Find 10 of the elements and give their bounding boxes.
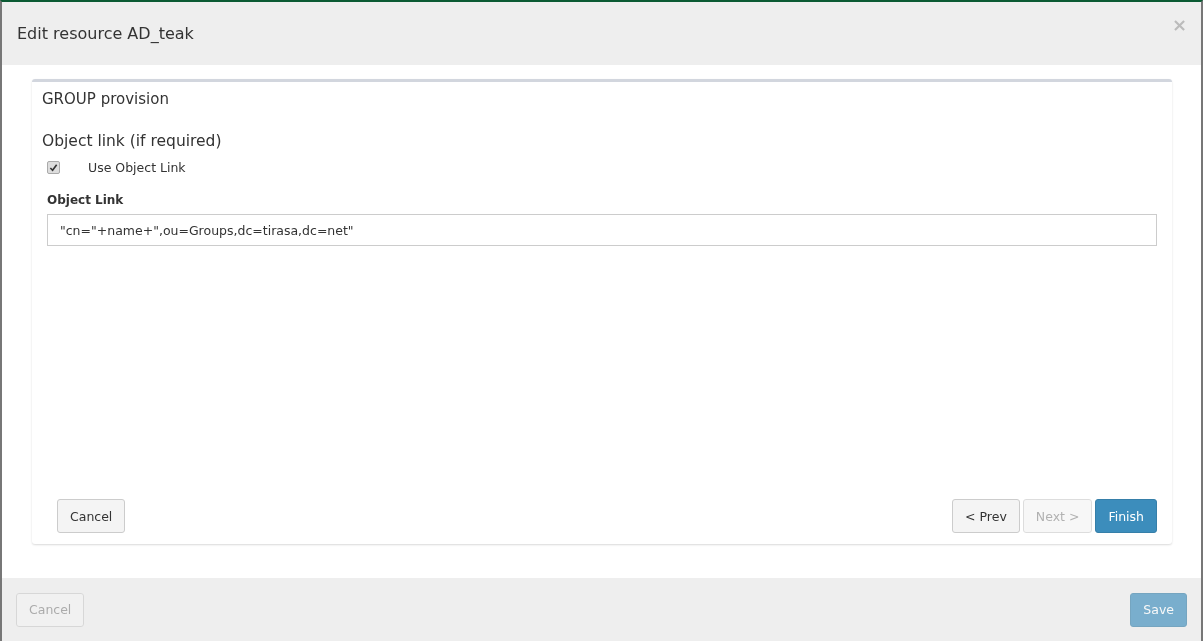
input-field[interactable]: "cn="+name+",ou=Groups,dc=tirasa,dc=net" bbox=[47, 214, 1157, 246]
checkbox-label: Use Object Link bbox=[88, 160, 186, 175]
primary-button[interactable]: Finish bbox=[1095, 499, 1157, 533]
checkbox[interactable] bbox=[47, 161, 60, 174]
button[interactable]: Cancel bbox=[57, 499, 126, 533]
panel-title: GROUP provision bbox=[42, 90, 170, 108]
button[interactable]: < Prev bbox=[952, 499, 1020, 533]
dialog-title: Edit resource AD_teak bbox=[17, 24, 194, 43]
section-heading: Object link (if required) bbox=[42, 132, 223, 150]
field-label: Object Link bbox=[47, 193, 125, 207]
